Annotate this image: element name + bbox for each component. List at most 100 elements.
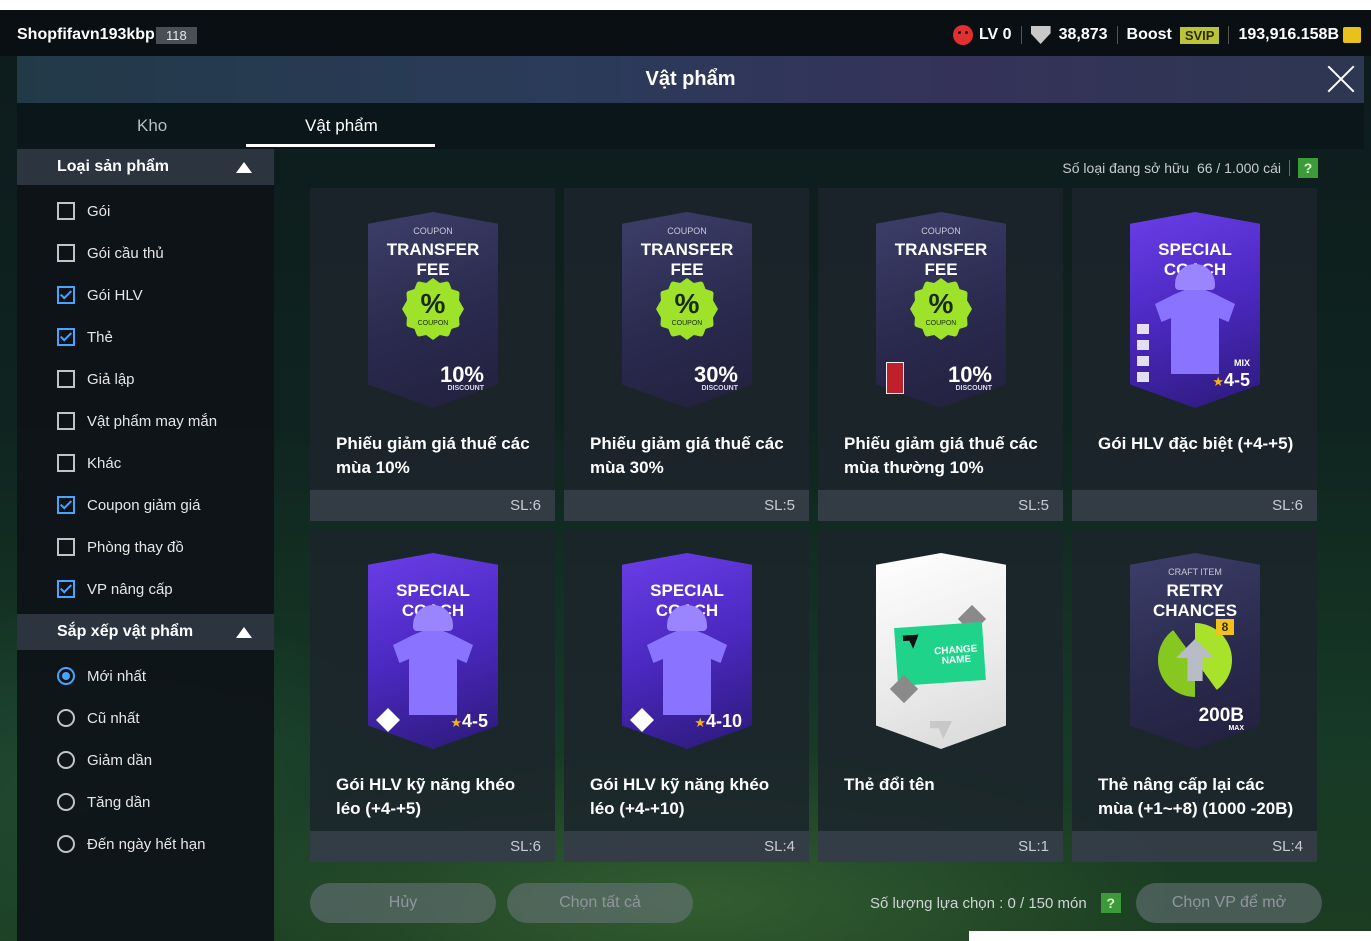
tab-vat-pham[interactable]: Vật phẩm bbox=[305, 116, 378, 136]
qty-bar: SL:5 bbox=[818, 490, 1063, 521]
sort-ascending[interactable]: Tăng dần bbox=[57, 790, 150, 814]
item-card[interactable]: COUPON TRANSFER FEE % COUPON 10% DISCOUNT … bbox=[310, 188, 555, 521]
radio-selected[interactable] bbox=[57, 667, 75, 685]
item-qty: SL:4 bbox=[1272, 838, 1303, 855]
filter-sidebar: Loại sản phẩm Gói Gói cầu thủ Gói HLV Th… bbox=[17, 149, 274, 941]
owned-label: Số loại đang sở hữu bbox=[1062, 160, 1190, 176]
collapse-triangle-icon[interactable] bbox=[236, 162, 252, 173]
pack-title: TRANSFER FEE bbox=[640, 240, 734, 279]
collapse-triangle-icon[interactable] bbox=[236, 627, 252, 638]
cancel-button[interactable]: Hủy bbox=[310, 883, 496, 923]
sort-descending[interactable]: Giảm dần bbox=[57, 748, 152, 772]
bottom-edge bbox=[969, 931, 1371, 941]
filter-vp-nang-cap[interactable]: VP nâng cấp bbox=[57, 577, 173, 601]
checkbox-checked[interactable] bbox=[57, 328, 75, 346]
item-image: CRAFT ITEM RETRY CHANCES 8 200B MAX bbox=[1130, 553, 1260, 749]
filter-phong-thay-do[interactable]: Phòng thay đồ bbox=[57, 535, 184, 559]
checkbox[interactable] bbox=[57, 202, 75, 220]
star-icon: ★ bbox=[1212, 374, 1224, 389]
boost-label: Boost bbox=[1126, 26, 1172, 43]
radio[interactable] bbox=[57, 751, 75, 769]
radio[interactable] bbox=[57, 835, 75, 853]
filter-the[interactable]: Thẻ bbox=[57, 325, 113, 349]
qty-bar: SL:4 bbox=[1072, 831, 1317, 862]
sort-header[interactable]: Sắp xếp vật phẩm bbox=[17, 614, 274, 650]
filter-gia-lap[interactable]: Giả lập bbox=[57, 367, 135, 391]
sort-expiry[interactable]: Đến ngày hết hạn bbox=[57, 832, 205, 856]
item-image: COUPON TRANSFER FEE % COUPON 10% DISCOUNT bbox=[368, 212, 498, 408]
points-value: 38,873 bbox=[1058, 26, 1108, 43]
help-icon[interactable]: ? bbox=[1298, 158, 1318, 178]
filter-khac[interactable]: Khác bbox=[57, 451, 121, 475]
range-value: 4-10 bbox=[705, 711, 742, 731]
product-type-title: Loại sản phẩm bbox=[57, 158, 170, 175]
item-card[interactable]: COUPON TRANSFER FEE % COUPON 10% DISCOUNT … bbox=[818, 188, 1063, 521]
sort-newest[interactable]: Mới nhất bbox=[57, 664, 146, 688]
checkbox-checked[interactable] bbox=[57, 496, 75, 514]
filter-vat-pham-may-man[interactable]: Vật phẩm may mắn bbox=[57, 409, 217, 433]
filter-label: Khác bbox=[87, 454, 122, 472]
grade-range: ★4-5 bbox=[1212, 370, 1250, 391]
discount-label: DISCOUNT bbox=[701, 385, 738, 392]
help-icon[interactable]: ? bbox=[1100, 893, 1121, 913]
active-tab-indicator bbox=[246, 144, 435, 147]
badge-symbol: % bbox=[420, 288, 446, 319]
restricted-icon bbox=[886, 362, 904, 394]
checkbox-checked[interactable] bbox=[57, 580, 75, 598]
checkbox[interactable] bbox=[57, 538, 75, 556]
checkbox[interactable] bbox=[57, 244, 75, 262]
grade-range: ★4-10 bbox=[694, 711, 742, 732]
coin-icon bbox=[1343, 27, 1361, 43]
discount: 10% DISCOUNT bbox=[440, 362, 484, 392]
discount-label: DISCOUNT bbox=[955, 385, 992, 392]
sort-label: Mới nhất bbox=[87, 667, 147, 685]
checkbox[interactable] bbox=[57, 370, 75, 388]
level-badge: 8 bbox=[1216, 619, 1234, 635]
sort-oldest[interactable]: Cũ nhất bbox=[57, 706, 140, 730]
item-name: Phiếu giảm giá thuế các mùa 30% bbox=[590, 434, 784, 477]
close-icon[interactable] bbox=[1326, 64, 1356, 94]
item-card[interactable]: CHANGE NAME Thẻ đổi tên SL:1 bbox=[818, 529, 1063, 862]
badge-symbol: % bbox=[928, 288, 954, 319]
radio[interactable] bbox=[57, 793, 75, 811]
item-name: Gói HLV kỹ năng khéo léo (+4-+5) bbox=[336, 775, 516, 818]
item-card[interactable]: SPECIAL COACH ★4-10 Gói HLV kỹ năng khéo… bbox=[564, 529, 809, 862]
filter-goi-cau-thu[interactable]: Gói cầu thủ bbox=[57, 241, 164, 265]
item-qty: SL:5 bbox=[1018, 497, 1049, 514]
max-value: 200B MAX bbox=[1199, 705, 1244, 732]
product-type-header[interactable]: Loại sản phẩm bbox=[17, 149, 274, 185]
sort-label: Giảm dần bbox=[87, 751, 153, 769]
pack-title: TRANSFER FEE bbox=[894, 240, 988, 279]
discount-value: 10% bbox=[947, 362, 992, 387]
select-all-button[interactable]: Chọn tất cả bbox=[507, 883, 693, 923]
title-bar: Vật phẩm bbox=[17, 56, 1364, 103]
item-card[interactable]: CRAFT ITEM RETRY CHANCES 8 200B MAX Thẻ n… bbox=[1072, 529, 1317, 862]
item-qty: SL:4 bbox=[764, 838, 795, 855]
filter-coupon[interactable]: Coupon giảm giá bbox=[57, 493, 200, 517]
filter-goi-hlv[interactable]: Gói HLV bbox=[57, 283, 143, 307]
item-card[interactable]: SPECIAL COACH ★4-5 Gói HLV kỹ năng khéo … bbox=[310, 529, 555, 862]
item-card[interactable]: COUPON TRANSFER FEE % COUPON 30% DISCOUNT … bbox=[564, 188, 809, 521]
divider bbox=[1289, 160, 1290, 176]
tab-kho[interactable]: Kho bbox=[137, 116, 167, 136]
discount: 10% DISCOUNT bbox=[948, 362, 992, 392]
sort-title: Sắp xếp vật phẩm bbox=[57, 623, 194, 640]
item-image: COUPON TRANSFER FEE % COUPON 10% DISCOUNT bbox=[876, 212, 1006, 408]
pack-title: RETRY CHANCES bbox=[1152, 581, 1238, 620]
page-title: Vật phẩm bbox=[645, 68, 736, 90]
filter-goi[interactable]: Gói bbox=[57, 199, 110, 223]
checkbox-checked[interactable] bbox=[57, 286, 75, 304]
item-name: Gói HLV kỹ năng khéo léo (+4-+10) bbox=[590, 775, 770, 818]
checkbox[interactable] bbox=[57, 454, 75, 472]
ticket-icon: CHANGE NAME bbox=[894, 622, 986, 686]
star-icon: ★ bbox=[450, 715, 462, 730]
discount-label: DISCOUNT bbox=[447, 385, 484, 392]
item-qty: SL:6 bbox=[510, 838, 541, 855]
mix-label: MIX bbox=[1233, 358, 1250, 368]
item-card[interactable]: SPECIAL COACH MIX ★4-5 Gói HLV đặc biệt … bbox=[1072, 188, 1317, 521]
item-qty: SL:6 bbox=[1272, 497, 1303, 514]
open-items-button[interactable]: Chọn VP để mở bbox=[1136, 883, 1322, 923]
checkbox[interactable] bbox=[57, 412, 75, 430]
item-image: CHANGE NAME bbox=[876, 553, 1006, 749]
radio[interactable] bbox=[57, 709, 75, 727]
